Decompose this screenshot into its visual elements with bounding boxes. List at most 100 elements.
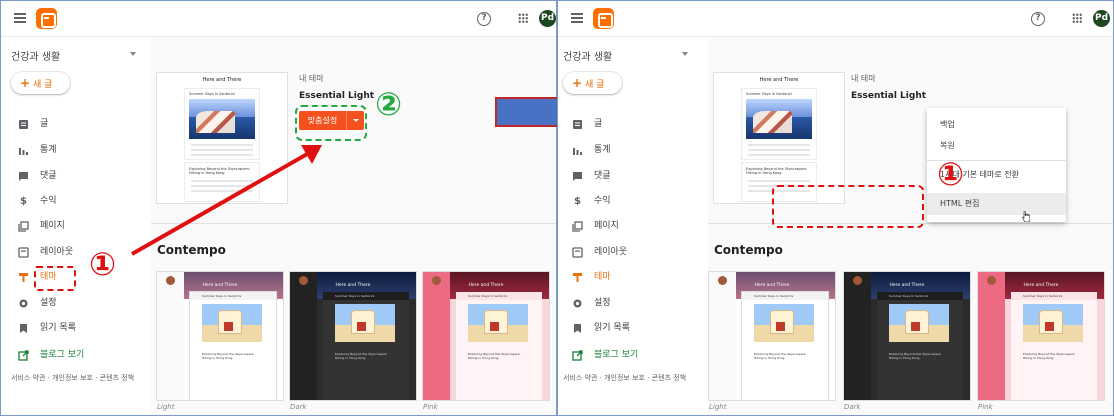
new-post-button[interactable]: + 새 글 [11, 72, 70, 94]
theme-card-dark[interactable]: Here and There Summer Days In Santorini … [844, 272, 970, 400]
menu-icon[interactable] [14, 13, 26, 23]
windmill-photo [754, 304, 814, 342]
theme-card-post2: Exploring Beyond the Skyscrapers: Hiking… [202, 352, 255, 360]
theme-icon [573, 273, 582, 282]
plus-icon: + [20, 76, 31, 90]
sidebar-item-label: 댓글 [40, 171, 57, 181]
sidebar: 건강과 생활 + 새 글 글 통계 댓글 $ 수익 페이지 레이아웃 테마 설정… [558, 38, 708, 415]
new-post-label: 새 글 [584, 80, 605, 90]
theme-card-light[interactable]: Here and There Summer Days In Santorini … [709, 272, 835, 400]
avatar[interactable]: Pd [539, 10, 556, 27]
new-post-label: 새 글 [32, 80, 53, 90]
current-theme-name: Essential Light [851, 91, 927, 101]
theme-card-post-title: Summer Days In Santorini [1011, 292, 1097, 300]
blogger-logo-icon[interactable] [593, 8, 614, 29]
posts-icon [19, 120, 28, 129]
posts-icon [573, 120, 582, 129]
theme-card-post-title: Summer Days In Santorini [742, 292, 828, 300]
theme-label-light: Light [157, 403, 175, 411]
sidebar-item-label: 페이지 [594, 221, 619, 231]
current-theme-name: Essential Light [299, 91, 375, 101]
sidebar-item-label: 읽기 목록 [594, 323, 630, 333]
sidebar-item-label: 수익 [40, 196, 57, 206]
chevron-down-icon[interactable] [682, 52, 688, 56]
theme-avatar [987, 276, 996, 285]
earnings-icon: $ [574, 196, 581, 207]
sidebar-item-label: 글 [40, 119, 49, 129]
theme-card-pink[interactable]: Here and There Summer Days In Santorini … [423, 272, 549, 400]
new-post-button[interactable]: + 새 글 [563, 72, 622, 94]
reading-list-icon [574, 324, 581, 333]
sidebar-item-label: 통계 [594, 145, 611, 155]
stats-icon [573, 148, 582, 155]
preview-post-card: Summer Days In Santorini [742, 89, 816, 159]
theme-label-dark: Dark [290, 403, 307, 411]
right-screenshot-panel: ? Pd 건강과 생활 + 새 글 글 통계 댓글 $ 수익 페이지 레이아웃 … [557, 0, 1114, 416]
apps-grid-icon[interactable] [1072, 13, 1082, 23]
theme-label-light: Light [709, 403, 727, 411]
preview-post-title: Exploring Beyond the Skyscrapers: Hiking… [746, 167, 808, 175]
menu-item-backup[interactable]: 백업 [927, 114, 1066, 136]
footer-links[interactable]: 서비스 약관 · 개인정보 보호 · 콘텐츠 정책 [11, 373, 134, 383]
menu-item-edit-html[interactable]: HTML 편집 [927, 193, 1066, 215]
theme-avatar [718, 276, 727, 285]
avatar[interactable]: Pd [1093, 10, 1110, 27]
sidebar-item-label: 글 [594, 119, 603, 129]
pages-icon [572, 221, 583, 232]
my-theme-label: 내 테마 [851, 74, 876, 83]
theme-avatar [166, 276, 175, 285]
view-blog-label: 블로그 보기 [594, 350, 639, 360]
preview-blog-title: Here and There [759, 77, 799, 83]
blog-selector[interactable]: 건강과 생활 [563, 48, 612, 63]
menu-icon[interactable] [571, 13, 583, 23]
blogger-logo-icon[interactable] [36, 8, 57, 29]
my-theme-label: 내 테마 [299, 74, 324, 83]
help-icon[interactable]: ? [477, 12, 491, 26]
chevron-down-icon[interactable] [130, 52, 136, 56]
sidebar-item-label: 테마 [594, 272, 611, 282]
comments-icon [19, 172, 28, 181]
theme-card-dark[interactable]: Here and There Summer Days In Santorini … [290, 272, 416, 400]
theme-card-post2: Exploring Beyond the Skyscrapers: Hiking… [889, 352, 942, 360]
footer-links[interactable]: 서비스 약관 · 개인정보 보호 · 콘텐츠 정책 [563, 373, 686, 383]
theme-card-post2: Exploring Beyond the Skyscrapers: Hiking… [335, 352, 388, 360]
santorini-photo [189, 99, 255, 139]
menu-item-restore[interactable]: 복원 [927, 135, 1066, 157]
help-icon[interactable]: ? [1031, 12, 1045, 26]
annotation-step-2: ② [375, 85, 403, 123]
windmill-photo [335, 304, 395, 342]
sidebar-item-label: 통계 [40, 145, 57, 155]
stats-icon [19, 148, 28, 155]
sidebar-item-label: 설정 [594, 298, 611, 308]
theme-label-dark: Dark [844, 403, 861, 411]
settings-icon [573, 299, 582, 308]
sidebar-item-label: 수익 [594, 196, 611, 206]
sidebar-item-label: 레이아웃 [40, 247, 74, 257]
top-bar: ? Pd [558, 1, 1113, 37]
annotation-step-1: ① [937, 155, 965, 193]
santorini-photo [746, 99, 812, 139]
theme-card-light[interactable]: Here and There Summer Days In Santorini … [157, 272, 283, 400]
sidebar-item-label: 페이지 [40, 221, 65, 231]
theme-card-post2: Exploring Beyond the Skyscrapers: Hiking… [468, 352, 521, 360]
theme-card-post-title: Summer Days In Santorini [456, 292, 542, 300]
windmill-photo [889, 304, 949, 342]
theme-card-post-title: Summer Days In Santorini [323, 292, 409, 300]
theme-card-post-title: Summer Days In Santorini [190, 292, 276, 300]
theme-avatar [299, 276, 308, 285]
preview-blog-title: Here and There [202, 77, 242, 83]
preview-post-title: Summer Days In Santorini [189, 92, 235, 96]
sidebar-item-label: 읽기 목록 [40, 323, 76, 333]
theme-card-pink[interactable]: Here and There Summer Days In Santorini … [978, 272, 1104, 400]
blog-selector[interactable]: 건강과 생활 [11, 48, 60, 63]
theme-label-pink: Pink [978, 403, 993, 411]
hand-cursor-icon [1022, 211, 1030, 222]
top-bar: ? Pd [1, 1, 556, 37]
plus-icon: + [572, 76, 583, 90]
preview-post-title: Summer Days In Santorini [746, 92, 792, 96]
theme-group-title: Contempo [714, 243, 783, 257]
theme-avatar [853, 276, 862, 285]
layout-icon [572, 247, 583, 258]
apps-grid-icon[interactable] [518, 13, 528, 23]
current-theme-preview[interactable]: Here and There Summer Days In Santorini … [714, 73, 844, 203]
